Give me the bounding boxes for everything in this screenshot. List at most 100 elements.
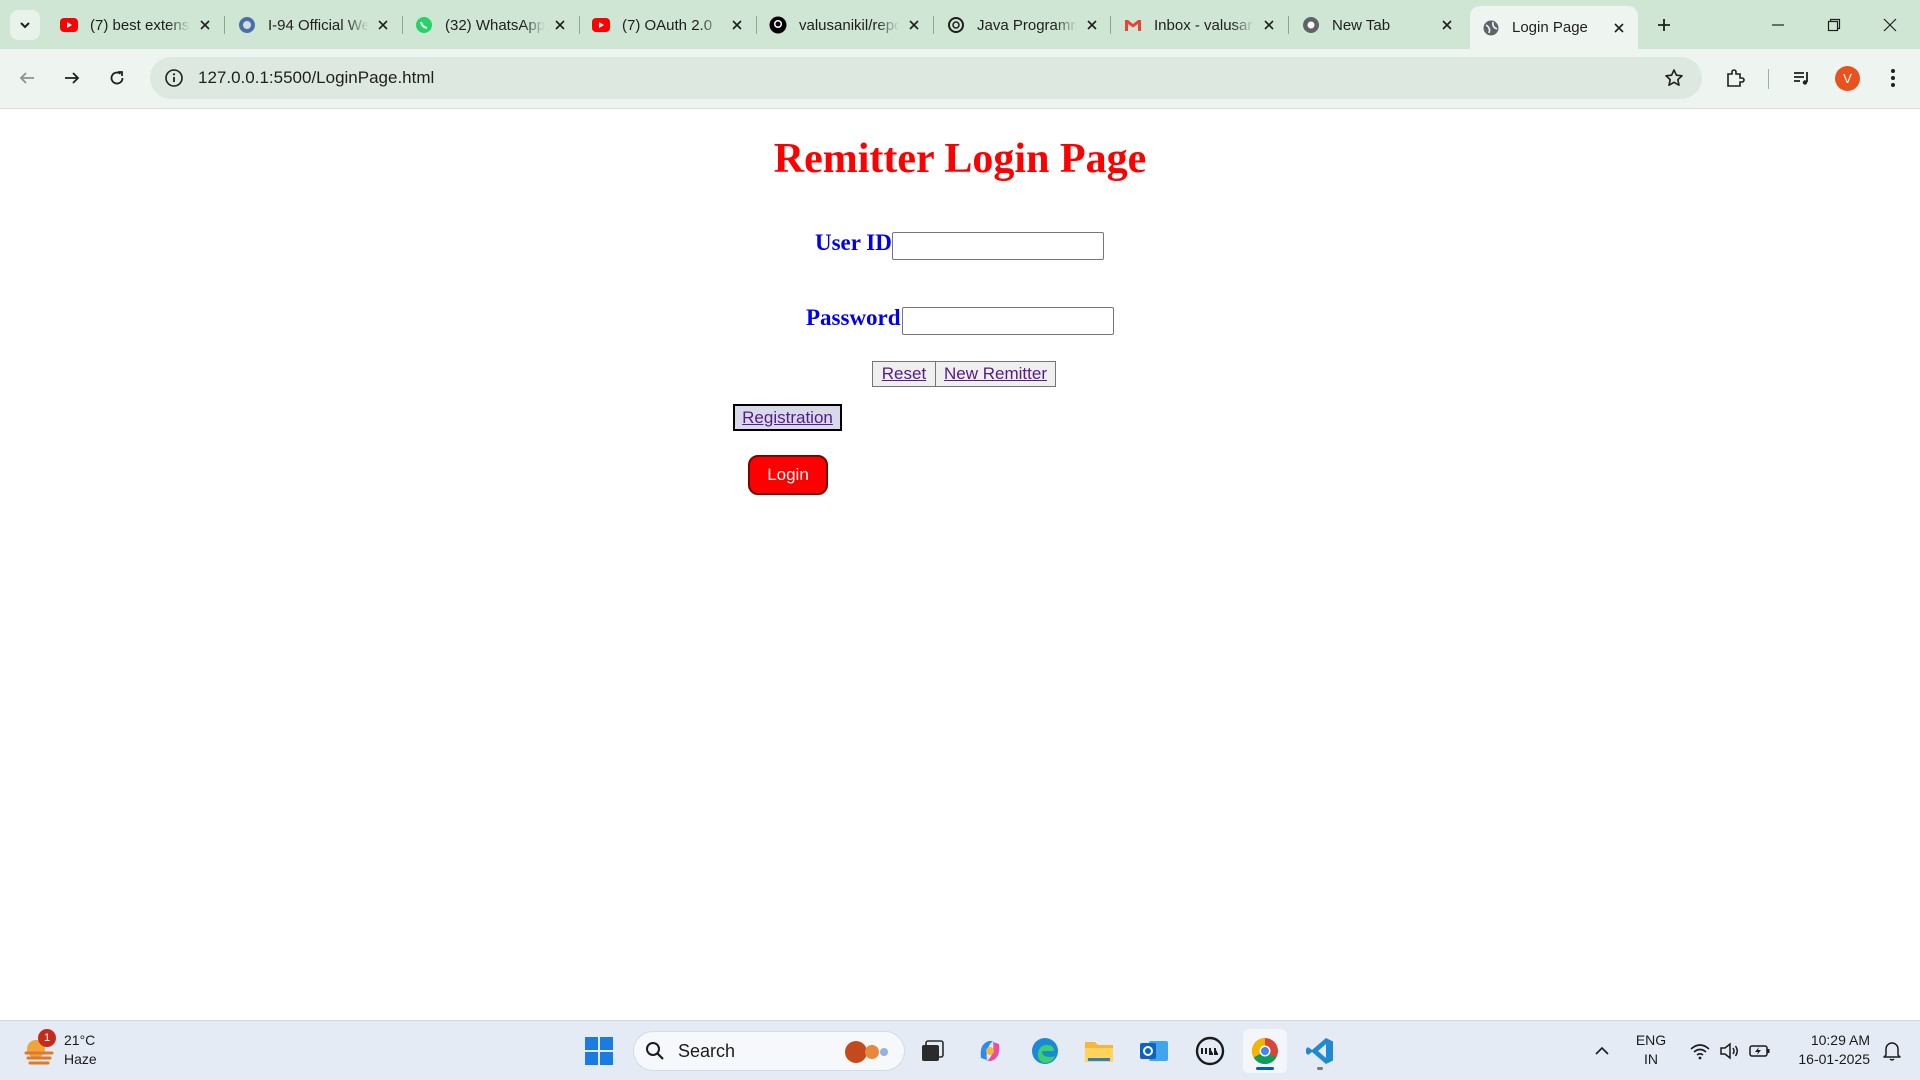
bell-icon — [1883, 1042, 1901, 1061]
tab-separator — [224, 16, 225, 34]
restore-icon — [1827, 18, 1841, 31]
haze-weather-icon: 1 — [22, 1029, 56, 1067]
chrome-icon — [1251, 1037, 1278, 1065]
tab-title: New Tab — [1332, 16, 1391, 34]
outlook-icon — [1140, 1041, 1168, 1061]
tab-title: Login Page — [1512, 19, 1588, 36]
close-icon[interactable] — [905, 16, 923, 34]
tab-gmail[interactable]: Inbox - valusanikil — [1112, 9, 1288, 41]
extensions-button[interactable] — [1718, 61, 1752, 95]
close-icon[interactable] — [1610, 19, 1628, 37]
reload-button[interactable] — [100, 61, 134, 95]
whatsapp-icon — [415, 16, 433, 34]
language-indicator[interactable]: ENG IN — [1630, 1031, 1672, 1069]
weather-widget[interactable]: 1 21°C Haze — [22, 1029, 97, 1069]
bookmark-star-icon[interactable] — [1662, 66, 1686, 90]
url-text[interactable]: 127.0.0.1:5500/LoginPage.html — [198, 68, 434, 88]
chrome-taskbar-button[interactable] — [1243, 1029, 1287, 1073]
vscode-button[interactable] — [1298, 1029, 1342, 1073]
close-icon — [1883, 18, 1897, 31]
new-remitter-button[interactable]: New Remitter — [935, 361, 1056, 387]
reset-button[interactable]: Reset — [872, 361, 936, 387]
page-viewport: Remitter Login Page User ID Password Res… — [0, 110, 1920, 1020]
login-button[interactable]: Login — [748, 455, 828, 495]
tab-new-tab[interactable]: New Tab — [1290, 9, 1466, 41]
file-explorer-button[interactable] — [1077, 1029, 1121, 1073]
youtube-icon — [60, 16, 78, 34]
weather-desc: Haze — [64, 1051, 97, 1067]
browser-toolbar: 127.0.0.1:5500/LoginPage.html — [0, 49, 1920, 109]
playlist-icon — [1794, 72, 1808, 85]
clock-time: 10:29 AM — [1810, 1032, 1870, 1048]
plus-icon — [1658, 19, 1670, 31]
tab-whatsapp[interactable]: (32) WhatsApp — [403, 9, 579, 41]
kebab-menu-icon — [1891, 69, 1895, 87]
media-controls-button[interactable] — [1785, 61, 1819, 95]
search-icon — [644, 1040, 666, 1062]
tab-java-programming[interactable]: Java Programming — [935, 9, 1111, 41]
tab-title: I-94 Official Website — [268, 16, 368, 34]
tab-login-page[interactable]: Login Page — [1470, 6, 1638, 49]
arrow-right-icon — [65, 72, 80, 84]
search-placeholder: Search — [678, 1040, 736, 1061]
address-bar[interactable]: 127.0.0.1:5500/LoginPage.html — [150, 57, 1702, 99]
close-icon[interactable] — [551, 16, 569, 34]
tab-strip: (7) best extensions I-94 Official Websit… — [0, 0, 1920, 49]
tab-search-button[interactable] — [10, 10, 40, 40]
minimize-icon — [1772, 23, 1784, 26]
registration-button[interactable]: Registration — [733, 404, 842, 431]
password-label: Password — [806, 305, 901, 330]
github-icon — [769, 16, 787, 34]
close-icon[interactable] — [374, 16, 392, 34]
user-id-input[interactable] — [892, 232, 1104, 260]
chevron-down-icon — [20, 22, 30, 29]
notifications-button[interactable] — [1872, 1029, 1912, 1073]
site-info-icon[interactable] — [162, 66, 186, 90]
chrome-menu-button[interactable] — [1876, 61, 1910, 95]
password-input[interactable] — [902, 307, 1114, 335]
windows-taskbar: 1 21°C Haze Search ENG IN 10:29 AM 16-01… — [0, 1020, 1920, 1080]
page-title: Remitter Login Page — [773, 136, 1147, 182]
close-window-button[interactable] — [1862, 0, 1918, 49]
tab-youtube-extensions[interactable]: (7) best extensions — [48, 9, 224, 41]
tab-github[interactable]: valusanikil/repo — [757, 9, 933, 41]
dell-app-button[interactable] — [1188, 1029, 1232, 1073]
tab-i94[interactable]: I-94 Official Website — [226, 9, 402, 41]
close-icon[interactable] — [1083, 16, 1101, 34]
clock[interactable]: 10:29 AM 16-01-2025 — [1780, 1031, 1870, 1069]
tab-separator — [933, 16, 934, 34]
outlook-button[interactable] — [1132, 1029, 1176, 1073]
search-highlight-icon — [840, 1040, 892, 1069]
edge-button[interactable] — [1023, 1029, 1067, 1073]
globe-icon — [1482, 19, 1500, 37]
restore-button[interactable] — [1806, 0, 1862, 49]
close-icon[interactable] — [1260, 16, 1278, 34]
close-icon[interactable] — [728, 16, 746, 34]
tab-title: Inbox - valusanikil — [1154, 16, 1254, 34]
quick-settings-button[interactable] — [1680, 1029, 1780, 1073]
user-id-label: User ID — [815, 230, 892, 255]
start-button[interactable] — [577, 1029, 621, 1073]
forward-button[interactable] — [55, 61, 89, 95]
copilot-button[interactable] — [968, 1029, 1012, 1073]
close-icon[interactable] — [1438, 16, 1456, 34]
minimize-button[interactable] — [1750, 0, 1806, 49]
tab-title: (7) best extensions — [90, 16, 190, 34]
windows-logo-icon — [585, 1037, 613, 1065]
tab-youtube-oauth[interactable]: (7) OAuth 2.0 — [580, 9, 756, 41]
tab-title: valusanikil/repo — [799, 16, 899, 34]
battery-charging-icon — [1749, 1045, 1770, 1057]
show-hidden-icons-button[interactable] — [1579, 1029, 1625, 1073]
close-icon[interactable] — [196, 16, 214, 34]
profile-avatar[interactable]: V — [1835, 66, 1860, 91]
gmail-icon — [1124, 16, 1142, 34]
task-view-button[interactable] — [910, 1029, 954, 1073]
copilot-icon — [980, 1041, 1000, 1061]
volume-icon — [1720, 1042, 1738, 1060]
tab-title: (32) WhatsApp — [445, 16, 545, 34]
notification-badge: 1 — [38, 1029, 56, 1047]
taskbar-search[interactable]: Search — [633, 1031, 905, 1071]
new-tab-button[interactable] — [1650, 11, 1678, 39]
back-button[interactable] — [10, 61, 44, 95]
arrow-left-icon — [19, 72, 34, 84]
